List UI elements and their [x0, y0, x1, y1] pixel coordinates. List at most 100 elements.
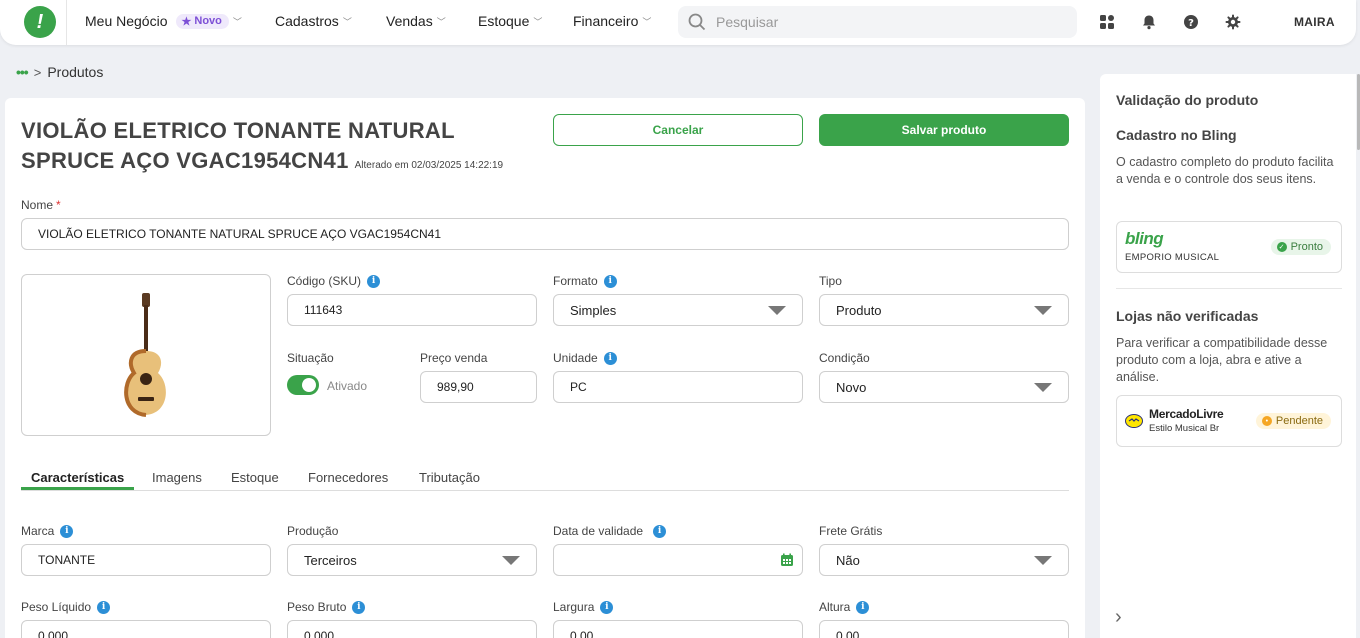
width-input[interactable]: 0,00 [553, 620, 803, 638]
nav-cadastros-label: Cadastros [275, 13, 339, 29]
mercadolivre-logo-icon [1125, 414, 1143, 428]
status-badge-label: Pendente [1275, 415, 1323, 427]
name-label: Nome * [21, 198, 61, 212]
help-icon[interactable]: ? [1181, 12, 1201, 32]
bling-description: O cadastro completo do produto facilita … [1116, 155, 1334, 186]
divider [1116, 288, 1342, 289]
svg-text:?: ? [1188, 18, 1194, 29]
breadcrumb-current[interactable]: Produtos [47, 64, 103, 80]
info-icon[interactable]: i [97, 600, 111, 614]
gross-weight-label-text: Peso Bruto [287, 600, 347, 614]
new-badge: ★ Novo [175, 13, 229, 29]
breadcrumb: ••• > Produtos [16, 64, 103, 80]
info-icon[interactable]: i [603, 274, 617, 288]
nav-vendas[interactable]: Vendas ﹀ [386, 13, 446, 29]
net-weight-input[interactable]: 0,000 [21, 620, 271, 638]
status-toggle[interactable] [287, 375, 319, 395]
type-label-text: Tipo [819, 274, 842, 288]
bling-store-card[interactable]: bling EMPORIO MUSICAL ✓ Pronto [1116, 221, 1342, 273]
chevron-down-icon: ﹀ [232, 16, 242, 27]
sku-label-text: Código (SKU) [287, 274, 362, 288]
breadcrumb-more[interactable]: ••• [16, 64, 29, 80]
name-input[interactable]: VIOLÃO ELETRICO TONANTE NATURAL SPRUCE A… [21, 218, 1069, 250]
free-shipping-select[interactable]: Não [819, 544, 1069, 576]
info-icon[interactable]: i [367, 274, 381, 288]
condition-select-value: Novo [836, 379, 867, 395]
bling-section-title: Cadastro no Bling [1116, 127, 1237, 143]
mercadolivre-store-card[interactable]: MercadoLivre Estilo Musical Br • Pendente [1116, 395, 1342, 447]
format-select[interactable]: Simples [553, 294, 803, 326]
gross-weight-input[interactable]: 0,000 [287, 620, 537, 638]
clock-icon: • [1261, 416, 1272, 426]
nav-financeiro-label: Financeiro [573, 13, 639, 29]
format-label-text: Formato [553, 274, 598, 288]
type-select[interactable]: Produto [819, 294, 1069, 326]
net-weight-label-text: Peso Líquido [21, 600, 92, 614]
search-icon [688, 13, 706, 31]
tab-estoque[interactable]: Estoque [231, 470, 279, 485]
free-shipping-label: Frete Grátis [819, 524, 882, 538]
search-input[interactable] [716, 14, 1046, 30]
unverified-stores-title: Lojas não verificadas [1116, 308, 1259, 324]
expiry-date-input[interactable] [553, 544, 803, 576]
bell-icon[interactable] [1139, 12, 1159, 32]
info-icon[interactable]: i [603, 351, 617, 365]
nav-estoque[interactable]: Estoque ﹀ [478, 13, 542, 29]
price-input[interactable]: 989,90 [420, 371, 537, 403]
nav-cadastros[interactable]: Cadastros ﹀ [275, 13, 352, 29]
guitar-image [124, 293, 166, 417]
tab-fornecedores[interactable]: Fornecedores [308, 470, 388, 485]
product-image[interactable] [21, 274, 271, 436]
caret-down-icon [768, 305, 786, 315]
width-label: Largura i [553, 600, 614, 614]
production-select[interactable]: Terceiros [287, 544, 537, 576]
required-marker: * [56, 198, 61, 212]
validation-panel: Validação do produto Cadastro no Bling O… [1100, 74, 1356, 638]
tab-imagens[interactable]: Imagens [152, 470, 202, 485]
info-icon[interactable]: i [352, 600, 366, 614]
production-label: Produção [287, 524, 338, 538]
tab-caracteristicas[interactable]: Características [31, 470, 124, 485]
status-badge-label: Pronto [1290, 241, 1323, 253]
condition-select[interactable]: Novo [819, 371, 1069, 403]
type-label: Tipo [819, 274, 842, 288]
nav-meu-negocio-label: Meu Negócio [85, 13, 168, 29]
info-icon[interactable]: i [600, 600, 614, 614]
user-menu[interactable]: MAIRA [1294, 15, 1335, 29]
sku-input[interactable]: 111643 [287, 294, 537, 326]
caret-down-icon [1034, 305, 1052, 315]
save-button[interactable]: Salvar produto [819, 114, 1069, 146]
app-logo[interactable]: ! [24, 6, 56, 38]
validation-title: Validação do produto [1116, 92, 1259, 108]
cancel-button[interactable]: Cancelar [553, 114, 803, 146]
height-input[interactable]: 0,00 [819, 620, 1069, 638]
unit-input[interactable]: PC [553, 371, 803, 403]
free-shipping-label-text: Frete Grátis [819, 524, 883, 538]
calendar-icon[interactable] [780, 553, 794, 567]
info-icon[interactable]: i [60, 524, 74, 538]
nav-meu-negocio[interactable]: Meu Negócio ★ Novo ﹀ [85, 13, 242, 29]
bling-store-name: EMPORIO MUSICAL [1125, 252, 1220, 263]
free-shipping-select-value: Não [836, 552, 860, 568]
caret-down-icon [502, 555, 520, 565]
chevron-down-icon: ﹀ [642, 16, 652, 27]
tab-tributacao[interactable]: Tributação [419, 470, 480, 485]
info-icon[interactable]: i [653, 524, 667, 538]
caret-down-icon [1034, 382, 1052, 392]
chevron-right-icon[interactable]: › [1115, 606, 1122, 629]
brand-input[interactable]: TONANTE [21, 544, 271, 576]
gear-icon[interactable] [1223, 12, 1243, 32]
search-bar [678, 6, 1077, 38]
apps-icon[interactable] [1097, 12, 1117, 32]
logo-divider [66, 0, 67, 45]
unit-label: Unidade i [553, 351, 617, 365]
price-label-text: Preço venda [420, 351, 488, 365]
chevron-down-icon: ﹀ [436, 16, 446, 27]
nav-vendas-label: Vendas [386, 13, 433, 29]
nav-financeiro[interactable]: Financeiro ﹀ [573, 13, 651, 29]
mercadolivre-store-name: Estilo Musical Br [1149, 423, 1220, 434]
page-title: VIOLÃO ELETRICO TONANTE NATURAL SPRUCE A… [21, 116, 541, 181]
chevron-right-icon: > [33, 64, 42, 80]
info-icon[interactable]: i [856, 600, 870, 614]
price-label: Preço venda [420, 351, 487, 365]
